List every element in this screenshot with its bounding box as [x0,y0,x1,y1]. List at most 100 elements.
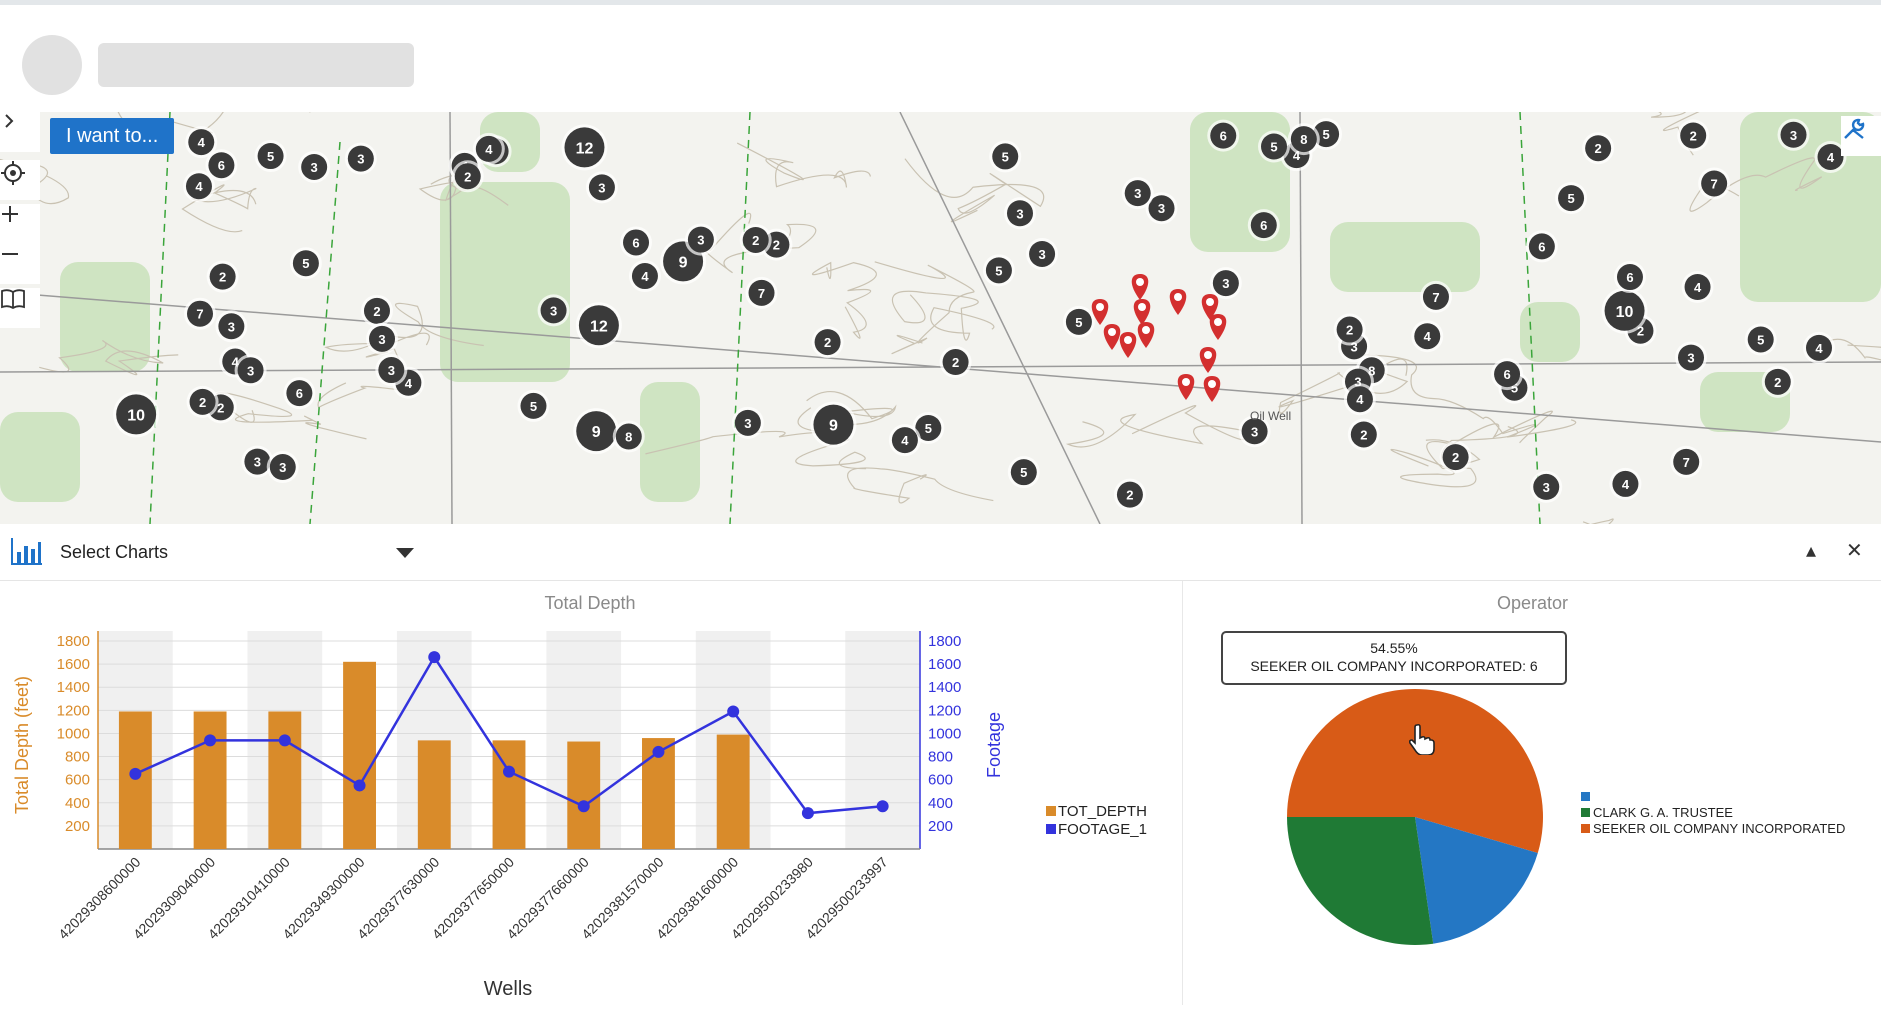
cluster-marker[interactable]: 3 [298,150,331,183]
cluster-marker[interactable]: 10 [1601,287,1648,334]
cluster-marker[interactable]: 3 [1675,341,1708,374]
cluster-marker[interactable]: 2 [451,160,484,193]
cluster-marker[interactable]: 3 [1121,177,1154,210]
cluster-marker[interactable]: 2 [1347,418,1380,451]
cluster-marker[interactable]: 3 [375,354,408,387]
cluster-marker[interactable]: 4 [185,126,218,159]
minimize-button[interactable]: ▴ [1806,538,1816,563]
cluster-marker[interactable]: 2 [1113,478,1146,511]
cluster-marker[interactable]: 6 [1613,261,1646,294]
cluster-marker[interactable]: 3 [1530,470,1563,503]
cluster-marker[interactable]: 2 [1677,119,1710,152]
cluster-marker[interactable]: 5 [1555,182,1588,215]
cluster-marker[interactable]: 3 [366,322,399,355]
cluster-marker[interactable]: 3 [585,171,618,204]
cluster-count: 6 [1538,239,1545,254]
cluster-marker[interactable]: 6 [620,226,653,259]
cluster-marker[interactable]: 2 [811,326,844,359]
cluster-marker[interactable]: 4 [628,260,661,293]
cluster-marker[interactable]: 9 [573,408,620,455]
map-view[interactable]: 3234222462476734252432436483275391210532… [0,112,1881,524]
cluster-count: 5 [267,149,274,164]
footage-point [876,800,889,813]
cluster-marker[interactable]: 3 [731,406,764,439]
cluster-marker[interactable]: 7 [183,297,216,330]
cluster-marker[interactable]: 2 [739,223,772,256]
cluster-count: 3 [279,460,286,475]
cluster-count: 3 [1222,276,1229,291]
cluster-marker[interactable]: 4 [1343,383,1376,416]
cluster-marker[interactable]: 5 [1258,130,1291,163]
chevron-right-icon[interactable] [0,112,40,152]
cluster-marker[interactable]: 2 [1439,441,1472,474]
cluster-marker[interactable]: 3 [1209,267,1242,300]
cluster-count: 2 [1774,375,1781,390]
plus-icon [2,206,18,222]
bar-42029309040000 [193,711,227,849]
cluster-marker[interactable]: 3 [684,223,717,256]
cluster-marker[interactable]: 12 [561,124,608,171]
cluster-marker[interactable]: 2 [939,346,972,379]
topographic-map[interactable]: 3234222462476734252432436483275391210532… [0,112,1881,524]
cluster-marker[interactable]: 4 [1411,320,1444,353]
pin-dot [1138,303,1146,311]
zoom-in-button[interactable] [0,204,40,244]
cluster-marker[interactable]: 3 [1003,197,1036,230]
cluster-marker[interactable]: 5 [1007,456,1040,489]
cluster-marker[interactable]: 3 [1777,118,1810,151]
cluster-marker[interactable]: 3 [234,354,267,387]
cluster-marker[interactable]: 3 [1026,237,1059,270]
cluster-marker[interactable]: 3 [215,310,248,343]
minus-icon [2,253,18,255]
zoom-out-button[interactable] [0,244,40,284]
cluster-marker[interactable]: 5 [1062,305,1095,338]
cluster-marker[interactable]: 2 [1333,313,1366,346]
x-tick-label: 42029381570000 [578,854,667,943]
cluster-marker[interactable]: 3 [537,294,570,327]
cluster-marker[interactable]: 6 [1491,358,1524,391]
pin-dot [1208,380,1216,388]
cluster-marker[interactable]: 5 [517,389,550,422]
cluster-marker[interactable]: 4 [888,424,921,457]
cluster-marker[interactable]: 10 [113,391,160,438]
cluster-marker[interactable]: 6 [283,377,316,410]
i-want-to-button[interactable]: I want to... [50,118,175,154]
cluster-marker[interactable]: 2 [206,260,239,293]
cluster-marker[interactable]: 5 [1744,323,1777,356]
cluster-marker[interactable]: 5 [289,247,322,280]
y2-tick-label: 600 [928,772,953,789]
cluster-marker[interactable]: 2 [360,294,393,327]
cluster-marker[interactable]: 5 [254,140,287,173]
cluster-marker[interactable]: 6 [1207,119,1240,152]
bookmark-button[interactable] [0,288,40,328]
cluster-marker[interactable]: 2 [1582,132,1615,165]
cluster-marker[interactable]: 7 [1419,280,1452,313]
cluster-marker[interactable]: 4 [1802,331,1835,364]
cluster-marker[interactable]: 6 [1247,209,1280,242]
cluster-marker[interactable]: 3 [344,142,377,175]
cluster-marker[interactable]: 5 [982,254,1015,287]
locate-icon[interactable] [0,160,40,200]
cluster-marker[interactable]: 4 [1609,467,1642,500]
cluster-marker[interactable]: 7 [1698,167,1731,200]
cluster-marker[interactable]: 7 [1670,445,1703,478]
cluster-marker[interactable]: 6 [1525,230,1558,263]
select-charts-label[interactable]: Select Charts [60,542,168,563]
cluster-marker[interactable]: 8 [612,420,645,453]
cluster-count: 4 [1356,392,1364,407]
chevron-down-icon[interactable] [396,548,414,558]
cluster-marker[interactable]: 4 [472,132,505,165]
cluster-marker[interactable]: 3 [266,451,299,484]
close-button[interactable]: ✕ [1846,538,1863,563]
cluster-marker[interactable]: 2 [1761,365,1794,398]
cluster-marker[interactable]: 7 [745,276,778,309]
pie-slice[interactable] [1287,817,1434,945]
cluster-marker[interactable]: 8 [1287,123,1320,156]
avatar-placeholder [22,35,82,95]
cluster-marker[interactable]: 12 [575,302,622,349]
cluster-marker[interactable]: 5 [989,140,1022,173]
cluster-marker[interactable]: 9 [810,401,857,448]
tools-button[interactable] [1841,116,1881,156]
cluster-marker[interactable]: 2 [186,385,219,418]
cluster-marker[interactable]: 4 [1681,270,1714,303]
